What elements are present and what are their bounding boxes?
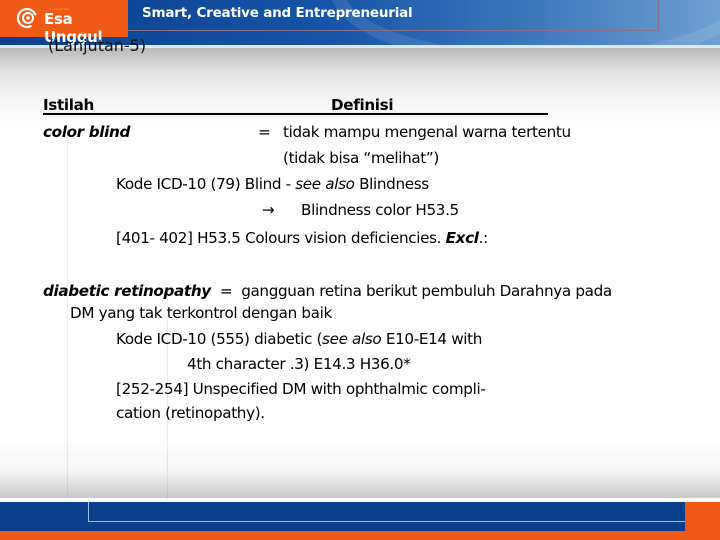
icd-code-line: [401- 402] H53.5 Colours vision deficien… (116, 229, 488, 247)
definition-text: gangguan retina berikut pembuluh Darahny… (241, 282, 612, 300)
footer-orange-block (685, 502, 720, 532)
definition-line: DM yang tak terkontrol dengan baik (70, 304, 332, 322)
see-also-text: see also (322, 330, 382, 348)
term-color-blind: color blind (43, 123, 130, 141)
icd-code-line: Blindness color H53.5 (301, 201, 459, 219)
icd-code-line: cation (retinopathy). (116, 404, 265, 422)
icd-text: E10-E14 with (381, 330, 483, 348)
icd-code-line: Kode ICD-10 (555) diabetic (see also E10… (116, 330, 482, 348)
term-diabetic-retinopathy: diabetic retinopathy (43, 282, 211, 300)
equals-sign: = (258, 123, 271, 141)
excl-text: Excl (445, 229, 479, 247)
header-underline-rule (43, 113, 548, 115)
icd-text: Kode ICD-10 (79) Blind - (116, 175, 296, 193)
definition-line: tidak mampu mengenal warna tertentu (283, 123, 571, 141)
footer-frame-decoration (88, 502, 720, 522)
icd-text: .: (478, 229, 489, 247)
column-header-term: Istilah (43, 96, 94, 114)
see-also-text: see also (295, 175, 355, 193)
arrow-icon: → (262, 201, 275, 219)
icd-code-line: 4th character .3) E14.3 H36.0* (187, 355, 411, 373)
equals-sign: = (219, 282, 233, 300)
icd-text: Blindness (354, 175, 429, 193)
icd-text: Kode ICD-10 (555) diabetic ( (116, 330, 323, 348)
definition-line: (tidak bisa “melihat”) (283, 149, 440, 167)
footer-orange-band (0, 531, 720, 540)
definition-line: diabetic retinopathy = gangguan retina b… (43, 282, 612, 300)
slide-content: Istilah Definisi color blind = tidak mam… (0, 0, 720, 540)
icd-code-line: [252-254] Unspecified DM with ophthalmic… (116, 380, 486, 398)
icd-code-line: Kode ICD-10 (79) Blind - see also Blindn… (116, 175, 429, 193)
icd-text: [401- 402] H53.5 Colours vision deficien… (116, 229, 446, 247)
column-header-definition: Definisi (331, 96, 394, 114)
